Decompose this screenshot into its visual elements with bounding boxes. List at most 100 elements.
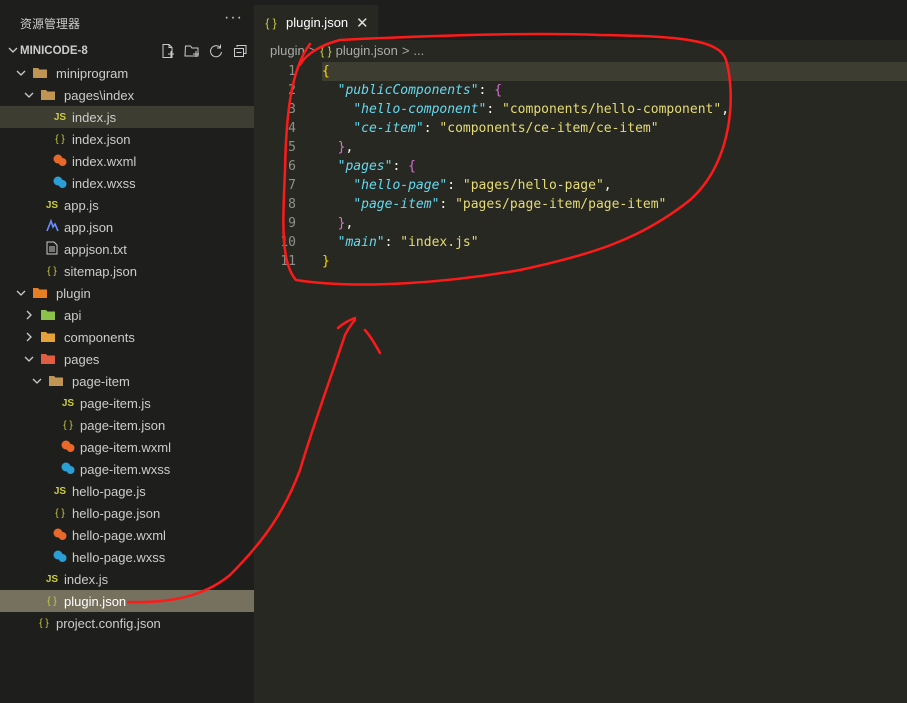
code-token: "hello-component" [353,102,487,117]
code-token: : [384,235,401,250]
code-text: } [322,252,330,271]
item-label: pages\index [64,87,135,103]
item-label: plugin.json [64,593,127,609]
file-item[interactable]: JS page-item.js [0,392,254,414]
code-token: "main" [337,235,385,250]
line-number: 9 [288,216,296,231]
folder-item[interactable]: pages\index [0,84,254,106]
code-token: "publicComponents" [337,83,479,98]
json-icon: { } [55,507,65,519]
file-item[interactable]: JS index.js [0,568,254,590]
code-line: 3 "hello-component": "components/hello-c… [254,100,907,119]
file-item[interactable]: app.json [0,216,254,238]
project-header[interactable]: MINICODE-8 [0,40,254,62]
code-line: 6 "pages": { [254,157,907,176]
code-token: : [423,121,440,136]
folder-item[interactable]: page-item [0,370,254,392]
file-item[interactable]: appjson.txt [0,238,254,260]
file-item[interactable]: { } project.config.json [0,612,254,634]
code-text: "page-item": "pages/page-item/page-item" [322,195,666,214]
code-token: { [494,83,503,98]
file-item[interactable]: { } index.json [0,128,254,150]
js-icon: JS [53,485,67,497]
code-token: "pages/page-item/page-item" [455,197,667,212]
chevron-right-icon[interactable] [22,330,36,344]
txt-icon [44,241,60,258]
chevron-down-icon[interactable] [14,66,28,80]
chevron-down-icon[interactable] [30,374,44,388]
chevron-down-icon[interactable] [22,88,36,102]
file-item[interactable]: { } page-item.json [0,414,254,436]
file-item[interactable]: JS app.js [0,194,254,216]
tab-plugin-json[interactable]: { } plugin.json ✕ [254,5,378,40]
refresh-icon[interactable] [208,43,224,59]
json-icon: { } [47,265,57,277]
file-item[interactable]: JS index.js [0,106,254,128]
code-token: , [345,216,354,231]
item-label: index.js [64,571,109,587]
line-number: 11 [280,254,296,269]
js-icon: JS [53,111,67,123]
more-actions-button[interactable]: ··· [224,9,243,27]
code-token: "hello-page" [353,178,448,193]
item-label: hello-page.json [72,505,161,521]
item-label: hello-page.wxml [72,527,166,543]
json-icon: { } [39,617,49,629]
file-item[interactable]: JS hello-page.js [0,480,254,502]
folder-plugin-icon [32,285,48,302]
code-token: , [603,178,612,193]
breadcrumb-plugin[interactable]: plugin [270,43,305,58]
file-item[interactable]: hello-page.wxml [0,524,254,546]
tab-bar: { } plugin.json ✕ [254,0,907,40]
chevron-right-icon[interactable] [22,308,36,322]
wxss-icon [52,549,68,566]
code-line: 5 }, [254,138,907,157]
file-item[interactable]: index.wxml [0,150,254,172]
file-item[interactable]: { } sitemap.json [0,260,254,282]
code-text: "ce-item": "components/ce-item/ce-item" [322,119,659,138]
code-token: "page-item" [353,197,440,212]
code-token: { [408,159,416,174]
code-line: 2 "publicComponents": { [254,81,907,100]
file-item[interactable]: index.wxss [0,172,254,194]
folder-item[interactable]: miniprogram [0,62,254,84]
line-number: 7 [288,178,296,193]
item-label: api [64,307,82,323]
json-file-icon: { } [265,15,277,30]
item-label: index.js [72,109,117,125]
code-token: "components/hello-component" [502,102,722,117]
folder-item[interactable]: plugin [0,282,254,304]
code-token: : [478,83,495,98]
item-label: index.json [72,131,131,147]
wxml-icon [52,153,68,170]
breadcrumb-symbols[interactable]: ... [413,43,424,58]
chevron-down-icon[interactable] [22,352,36,366]
folder-pages-icon [40,351,56,368]
wxss-icon [60,461,76,478]
new-folder-icon[interactable] [184,43,200,59]
file-item[interactable]: { } plugin.json [0,590,254,612]
new-file-icon[interactable] [160,43,176,59]
breadcrumb-file[interactable]: plugin.json [336,43,398,58]
code-token: : [486,102,503,117]
folder-icon [32,65,48,82]
file-item[interactable]: page-item.wxss [0,458,254,480]
close-tab-button[interactable]: ✕ [356,14,369,32]
file-item[interactable]: page-item.wxml [0,436,254,458]
folder-item[interactable]: pages [0,348,254,370]
file-item[interactable]: { } hello-page.json [0,502,254,524]
code-line: 11} [254,252,907,271]
code-token: "components/ce-item/ce-item" [439,121,659,136]
folder-item[interactable]: api [0,304,254,326]
folder-item[interactable]: components [0,326,254,348]
file-item[interactable]: hello-page.wxss [0,546,254,568]
tab-label: plugin.json [286,15,349,30]
item-label: miniprogram [56,65,129,81]
collapse-all-icon[interactable] [232,43,248,59]
chevron-down-icon[interactable] [14,286,28,300]
code-editor[interactable]: 1{2 "publicComponents": {3 "hello-compon… [254,62,907,271]
code-token: , [345,140,354,155]
code-token: "ce-item" [353,121,424,136]
